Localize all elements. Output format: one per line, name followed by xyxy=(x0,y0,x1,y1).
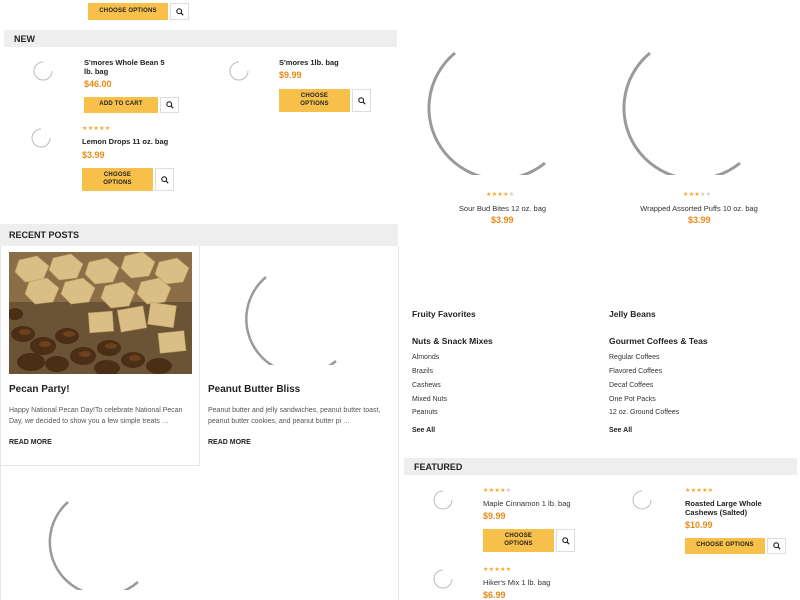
product-name[interactable]: Lemon Drops 11 oz. bag xyxy=(82,137,182,146)
product-image-placeholder xyxy=(632,490,652,510)
category-link[interactable]: 12 oz. Ground Coffees xyxy=(609,409,679,416)
product-price: $6.99 xyxy=(483,590,506,600)
search-icon xyxy=(357,96,366,105)
featured-section-header: FEATURED xyxy=(404,458,797,475)
quick-view-button[interactable] xyxy=(556,529,575,552)
star-icon: ★ xyxy=(707,488,714,494)
choose-options-button[interactable]: CHOOSE OPTIONS xyxy=(685,538,765,554)
post-title[interactable]: Pecan Party! xyxy=(9,384,70,395)
rating-stars: ★★★★★ xyxy=(486,192,514,198)
search-icon xyxy=(160,175,169,184)
search-icon xyxy=(772,542,781,550)
product-name[interactable]: S'mores 1lb. bag xyxy=(279,58,369,67)
rating-stars: ★★★★★ xyxy=(683,192,711,198)
recent-posts-header: RECENT POSTS xyxy=(0,224,398,246)
product-price: $3.99 xyxy=(82,150,105,160)
category-link[interactable]: Peanuts xyxy=(412,409,438,416)
product-price: $3.99 xyxy=(491,215,514,225)
post-image-placeholder xyxy=(245,276,337,365)
read-more-link[interactable]: READ MORE xyxy=(9,439,52,446)
product-price: $3.99 xyxy=(688,215,711,225)
category-link[interactable]: Flavored Coffees xyxy=(609,368,662,375)
rating-stars: ★★★★★ xyxy=(685,488,713,494)
product-name[interactable]: Maple Cinnamon 1 lb. bag xyxy=(483,499,593,508)
product-image-placeholder xyxy=(31,128,51,148)
product-image-placeholder xyxy=(622,51,741,175)
star-icon: ★ xyxy=(505,488,512,494)
star-icon: ★ xyxy=(505,567,512,573)
product-name[interactable]: Sour Bud Bites 12 oz. bag xyxy=(440,204,565,213)
product-name[interactable]: S'mores Whole Bean 5 lb. bag xyxy=(84,58,174,76)
post-title[interactable]: Peanut Butter Bliss xyxy=(208,384,300,395)
quick-view-button[interactable] xyxy=(352,89,371,112)
category-link[interactable]: Mixed Nuts xyxy=(412,396,447,403)
category-fruity-favorites[interactable]: Fruity Favorites xyxy=(412,309,476,319)
choose-options-button[interactable]: CHOOSE OPTIONS xyxy=(88,3,168,20)
category-link[interactable]: Decaf Coffees xyxy=(609,382,653,389)
quick-view-button[interactable] xyxy=(170,3,189,20)
rating-stars: ★★★★★ xyxy=(82,126,110,132)
star-icon: ★ xyxy=(705,192,712,198)
quick-view-button[interactable] xyxy=(767,538,786,554)
post-excerpt: Happy National Pecan Day!To celebrate Na… xyxy=(9,407,183,425)
rating-stars: ★★★★★ xyxy=(483,567,511,573)
category-link[interactable]: Cashews xyxy=(412,382,441,389)
product-image-placeholder xyxy=(433,490,453,510)
category-link[interactable]: Brazils xyxy=(412,368,433,375)
category-link[interactable]: Almonds xyxy=(412,354,439,361)
see-all-link[interactable]: See All xyxy=(609,427,632,434)
post-image-placeholder xyxy=(48,501,139,590)
category-nuts-snack-mixes[interactable]: Nuts & Snack Mixes xyxy=(412,336,493,346)
search-icon xyxy=(561,536,570,545)
search-icon xyxy=(165,101,174,109)
rating-stars: ★★★★★ xyxy=(483,488,511,494)
read-more-link[interactable]: READ MORE xyxy=(208,439,251,446)
search-icon xyxy=(175,7,184,16)
star-icon: ★ xyxy=(104,126,111,132)
category-link[interactable]: One Pot Packs xyxy=(609,396,656,403)
product-name[interactable]: Wrapped Assorted Puffs 10 oz. bag xyxy=(630,204,768,213)
star-icon: ★ xyxy=(508,192,515,198)
product-image-placeholder xyxy=(433,569,453,589)
product-image-placeholder xyxy=(33,61,53,81)
see-all-link[interactable]: See All xyxy=(412,427,435,434)
quick-view-button[interactable] xyxy=(160,97,179,113)
product-image-placeholder xyxy=(427,51,546,175)
quick-view-button[interactable] xyxy=(155,168,174,191)
category-jelly-beans[interactable]: Jelly Beans xyxy=(609,309,656,319)
choose-options-button[interactable]: CHOOSE OPTIONS xyxy=(82,168,153,191)
product-name[interactable]: Roasted Large Whole Cashews (Salted) xyxy=(685,499,790,517)
post-image[interactable] xyxy=(9,252,192,374)
choose-options-button[interactable]: CHOOSE OPTIONS xyxy=(279,89,350,112)
category-link[interactable]: Regular Coffees xyxy=(609,354,659,361)
choose-options-button[interactable]: CHOOSE OPTIONS xyxy=(483,529,554,552)
product-name[interactable]: Hiker's Mix 1 lb. bag xyxy=(483,578,593,587)
category-gourmet-coffees-teas[interactable]: Gourmet Coffees & Teas xyxy=(609,336,708,346)
add-to-cart-button[interactable]: ADD TO CART xyxy=(84,97,158,113)
product-price: $9.99 xyxy=(483,511,506,521)
new-section-header: NEW xyxy=(4,30,397,47)
product-price: $46.00 xyxy=(84,79,112,89)
product-image-placeholder xyxy=(229,61,249,81)
product-price: $9.99 xyxy=(279,70,302,80)
product-price: $10.99 xyxy=(685,520,713,530)
post-excerpt: Peanut butter and jelly sandwiches, pean… xyxy=(208,407,381,425)
